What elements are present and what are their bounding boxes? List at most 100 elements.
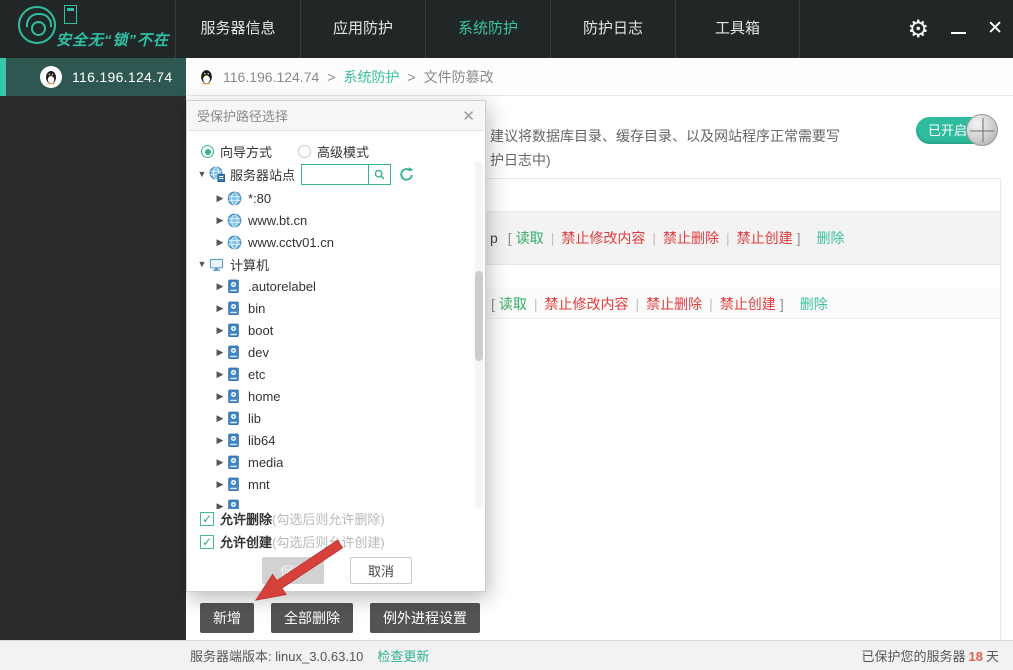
tree-item-mnt[interactable]: ▶ mnt bbox=[187, 473, 485, 495]
radio-wizard-mode[interactable]: 向导方式 bbox=[201, 142, 272, 161]
row-path-fragment: p bbox=[490, 230, 498, 246]
tree-item-partial[interactable]: ▶ bbox=[187, 495, 485, 509]
protection-toggle[interactable]: 已开启 bbox=[916, 114, 998, 146]
status-bar: 服务器端版本: linux_3.0.63.10 检查更新 已保护您的服务器 18 天 bbox=[0, 640, 1013, 670]
row-delete-link[interactable]: 删除 bbox=[817, 230, 845, 246]
allow-delete-checkbox-row[interactable]: ✓ 允许删除 (勾选后则允许删除) bbox=[200, 509, 385, 528]
nav-item-app-protect[interactable]: 应用防护 bbox=[300, 0, 425, 58]
tree-item-label: home bbox=[248, 388, 281, 404]
tree-item-home[interactable]: ▶ home bbox=[187, 385, 485, 407]
nav-item-protect-log[interactable]: 防护日志 bbox=[550, 0, 675, 58]
action-allow-link[interactable]: 读取 bbox=[499, 296, 527, 312]
caret-right-icon[interactable]: ▶ bbox=[213, 457, 227, 468]
selected-accent-bar bbox=[0, 58, 6, 96]
radio-advanced-mode-icon[interactable] bbox=[298, 145, 312, 158]
delete-all-button[interactable]: 全部删除 bbox=[271, 603, 353, 633]
save-button[interactable]: 保存 bbox=[262, 557, 324, 584]
server-sidebar: 116.196.124.74 bbox=[0, 58, 186, 640]
caret-right-icon[interactable]: ▶ bbox=[213, 479, 227, 490]
action-separator: | bbox=[533, 296, 538, 312]
protected-days: 18 bbox=[968, 649, 983, 664]
check-update-link[interactable]: 检查更新 bbox=[377, 646, 429, 665]
caret-right-icon[interactable]: ▶ bbox=[213, 237, 227, 248]
sidebar-item-server[interactable]: 116.196.124.74 bbox=[0, 58, 186, 96]
tree-item-dev[interactable]: ▶ dev bbox=[187, 341, 485, 363]
globe-server-icon bbox=[209, 166, 226, 182]
action-deny-link[interactable]: 禁止修改内容 bbox=[561, 230, 645, 246]
bracket-close: ] bbox=[779, 296, 784, 312]
drive-icon bbox=[227, 322, 244, 338]
caret-right-icon[interactable]: ▶ bbox=[213, 193, 227, 204]
caret-right-icon[interactable]: ▶ bbox=[213, 501, 227, 510]
refresh-icon[interactable] bbox=[398, 166, 415, 183]
checkbox-allow-create-icon[interactable]: ✓ bbox=[200, 534, 214, 549]
caret-right-icon[interactable]: ▶ bbox=[213, 325, 227, 336]
toggle-label: 已开启 bbox=[928, 123, 968, 138]
tree-search-input[interactable] bbox=[301, 163, 370, 185]
search-icon[interactable] bbox=[369, 163, 392, 185]
minimize-button[interactable] bbox=[951, 0, 967, 58]
caret-down-icon[interactable]: ▼ bbox=[195, 169, 209, 179]
nav-item-sys-protect[interactable]: 系统防护 bbox=[425, 0, 550, 58]
bracket-open: [ bbox=[507, 230, 512, 246]
action-deny-link[interactable]: 禁止删除 bbox=[663, 230, 719, 246]
computer-icon bbox=[209, 256, 226, 272]
allow-create-checkbox-row[interactable]: ✓ 允许创建 (勾选后则允许创建) bbox=[200, 532, 385, 551]
action-separator: | bbox=[550, 230, 555, 246]
checkbox-allow-delete-icon[interactable]: ✓ bbox=[200, 511, 214, 526]
add-button[interactable]: 新增 bbox=[200, 603, 254, 633]
caret-right-icon[interactable]: ▶ bbox=[213, 413, 227, 424]
action-deny-link[interactable]: 禁止删除 bbox=[646, 296, 702, 312]
tree-item-server-sites[interactable]: ▼ 服务器站点 bbox=[187, 161, 485, 187]
action-allow-link[interactable]: 读取 bbox=[516, 230, 544, 246]
cancel-button[interactable]: 取消 bbox=[350, 557, 412, 584]
dialog-close-icon[interactable]: ✕ bbox=[462, 107, 475, 125]
tree-item-site-btcn[interactable]: ▶ www.bt.cn bbox=[187, 209, 485, 231]
description-line1: 建议将数据库目录、缓存目录、以及网站程序正常需要写 bbox=[490, 128, 840, 144]
radio-advanced-mode[interactable]: 高级模式 bbox=[298, 142, 369, 161]
tree-item-label: 服务器站点 bbox=[230, 167, 296, 183]
action-deny-link[interactable]: 禁止创建 bbox=[737, 230, 793, 246]
logo-seal-icon bbox=[64, 5, 77, 24]
caret-right-icon[interactable]: ▶ bbox=[213, 391, 227, 402]
tree-item-media[interactable]: ▶ media bbox=[187, 451, 485, 473]
close-button[interactable]: ✕ bbox=[987, 0, 1003, 58]
globe-icon bbox=[227, 234, 244, 250]
caret-right-icon[interactable]: ▶ bbox=[213, 303, 227, 314]
drive-icon bbox=[227, 344, 244, 360]
drive-icon bbox=[227, 388, 244, 404]
radio-wizard-mode-label: 向导方式 bbox=[220, 145, 273, 160]
action-deny-link[interactable]: 禁止修改内容 bbox=[545, 296, 629, 312]
toggle-knob-icon[interactable] bbox=[966, 114, 998, 146]
tree-item-site-80[interactable]: ▶ *:80 bbox=[187, 187, 485, 209]
action-separator: | bbox=[725, 230, 730, 246]
nav-item-toolbox[interactable]: 工具箱 bbox=[675, 0, 800, 58]
tree-item-bin[interactable]: ▶ bin bbox=[187, 297, 485, 319]
caret-right-icon[interactable]: ▶ bbox=[213, 347, 227, 358]
caret-right-icon[interactable]: ▶ bbox=[213, 215, 227, 226]
tree-item-label: *:80 bbox=[248, 190, 272, 206]
tree-item-computer[interactable]: ▼ 计算机 bbox=[187, 253, 485, 275]
tree-item-boot[interactable]: ▶ boot bbox=[187, 319, 485, 341]
tree-item-label: bin bbox=[248, 300, 266, 316]
radio-wizard-mode-icon[interactable] bbox=[201, 145, 214, 158]
row-delete-link[interactable]: 删除 bbox=[800, 296, 828, 312]
tree-item-etc[interactable]: ▶ etc bbox=[187, 363, 485, 385]
gear-icon[interactable]: ⚙ bbox=[907, 0, 929, 58]
action-button-bar: 新增 全部删除 例外进程设置 bbox=[200, 603, 480, 633]
caret-right-icon[interactable]: ▶ bbox=[213, 281, 227, 292]
tree-item-autorelabel[interactable]: ▶ .autorelabel bbox=[187, 275, 485, 297]
tree-item-site-cctv01[interactable]: ▶ www.cctv01.cn bbox=[187, 231, 485, 253]
tree-item-lib[interactable]: ▶ lib bbox=[187, 407, 485, 429]
nav-item-server-info[interactable]: 服务器信息 bbox=[175, 0, 300, 58]
caret-down-icon[interactable]: ▼ bbox=[195, 259, 209, 269]
tree-scrollbar-thumb[interactable] bbox=[475, 271, 483, 361]
caret-right-icon[interactable]: ▶ bbox=[213, 369, 227, 380]
tree-item-lib64[interactable]: ▶ lib64 bbox=[187, 429, 485, 451]
server-version: 服务器端版本: linux_3.0.63.10 bbox=[190, 649, 364, 664]
caret-right-icon[interactable]: ▶ bbox=[213, 435, 227, 446]
action-deny-link[interactable]: 禁止创建 bbox=[720, 296, 776, 312]
drive-icon bbox=[227, 432, 244, 448]
breadcrumb-section[interactable]: 系统防护 bbox=[343, 67, 399, 87]
exception-process-button[interactable]: 例外进程设置 bbox=[370, 603, 480, 633]
